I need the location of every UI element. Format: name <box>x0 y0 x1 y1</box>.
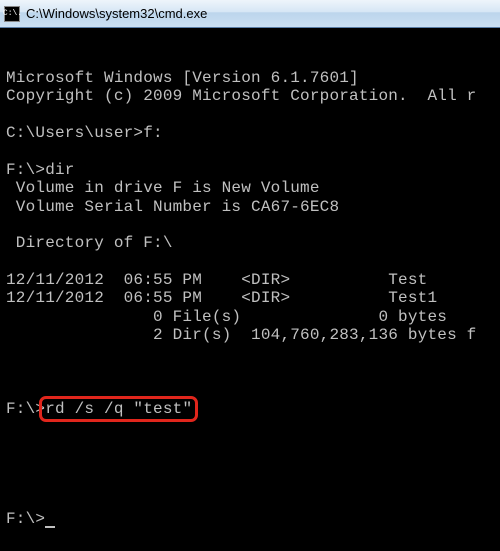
cursor <box>45 512 55 528</box>
terminal-line: 12/11/2012 06:55 PM <DIR> Test <box>6 271 494 289</box>
terminal-line: C:\Users\user>f: <box>6 124 494 142</box>
highlighted-command: rd /s /q "test" <box>45 400 192 418</box>
terminal-line <box>6 345 494 363</box>
window-title: C:\Windows\system32\cmd.exe <box>26 6 207 21</box>
prompt: F:\> <box>6 400 45 418</box>
terminal-line: Directory of F:\ <box>6 234 494 252</box>
terminal-line: 0 File(s) 0 bytes <box>6 308 494 326</box>
terminal-output[interactable]: Microsoft Windows [Version 6.1.7601]Copy… <box>0 28 500 551</box>
terminal-line: F:\>dir <box>6 161 494 179</box>
terminal-line: Microsoft Windows [Version 6.1.7601] <box>6 69 494 87</box>
terminal-line: Copyright (c) 2009 Microsoft Corporation… <box>6 87 494 105</box>
prompt-line: F:\> <box>6 510 494 528</box>
terminal-line: Volume in drive F is New Volume <box>6 179 494 197</box>
terminal-line <box>6 142 494 160</box>
prompt: F:\> <box>6 510 45 528</box>
terminal-line: Volume Serial Number is CA67-6EC8 <box>6 198 494 216</box>
terminal-line <box>6 106 494 124</box>
blank-line <box>6 455 494 473</box>
terminal-line <box>6 216 494 234</box>
command-line: F:\>rd /s /q "test" <box>6 400 494 418</box>
cmd-icon: C:\. <box>4 6 20 22</box>
window-titlebar[interactable]: C:\. C:\Windows\system32\cmd.exe <box>0 0 500 28</box>
terminal-line <box>6 253 494 271</box>
terminal-line: 2 Dir(s) 104,760,283,136 bytes f <box>6 326 494 344</box>
terminal-line: 12/11/2012 06:55 PM <DIR> Test1 <box>6 289 494 307</box>
